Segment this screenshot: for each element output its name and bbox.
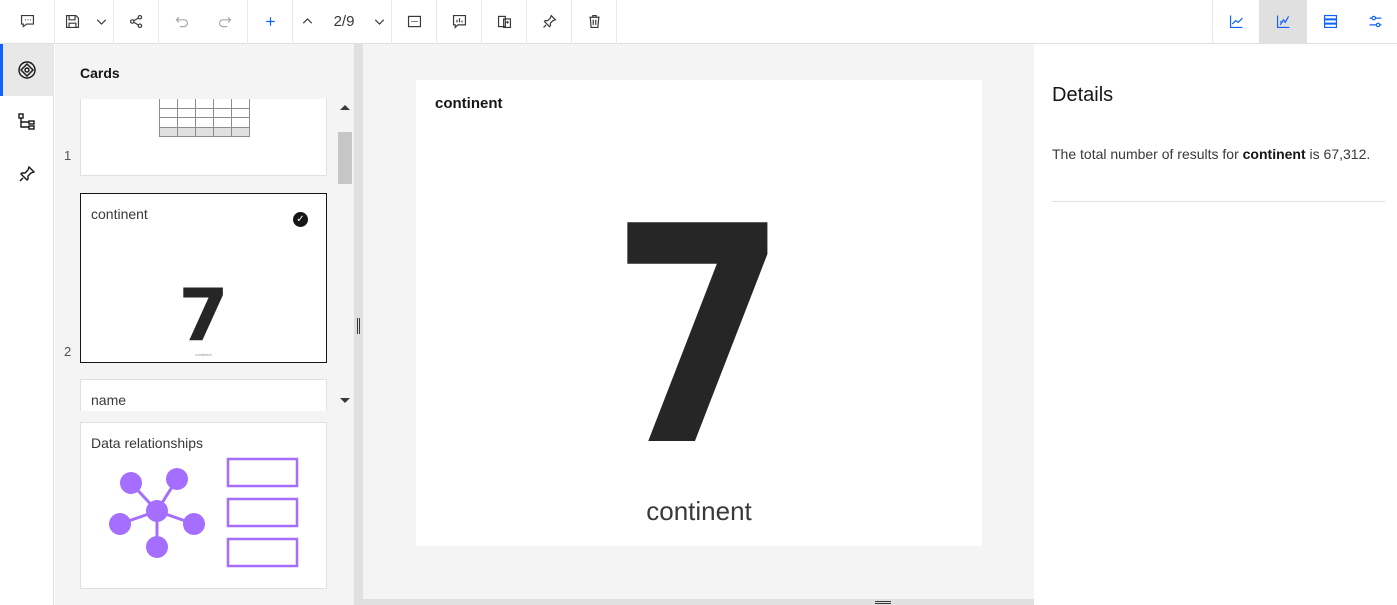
explore-card-icon[interactable] [482, 0, 526, 44]
save-menu-chevron-icon[interactable] [89, 0, 113, 44]
details-text-mid: is [1305, 146, 1324, 162]
redo-icon[interactable] [203, 0, 247, 44]
kpi-value: 7 [610, 163, 788, 512]
kpi-caption: continent [646, 496, 752, 526]
data-relationships-card[interactable]: Data relationships [80, 422, 327, 589]
card-kpi-caption: continent [195, 352, 212, 357]
details-panel: Details The total number of results for … [1034, 44, 1397, 605]
toolbar: 2/9 [0, 0, 1397, 44]
details-description: The total number of results for continen… [1052, 145, 1372, 164]
rail-item-pins[interactable] [0, 148, 54, 200]
kpi-card-icon[interactable] [392, 0, 436, 44]
details-divider [1052, 201, 1385, 202]
delete-icon[interactable] [572, 0, 616, 44]
undo-icon[interactable] [159, 0, 203, 44]
insights-icon[interactable] [1213, 0, 1259, 44]
hierarchy-icon [18, 113, 35, 130]
bottom-drag-handle-icon[interactable] [875, 601, 891, 604]
card-number: 2 [64, 344, 72, 359]
cards-panel: Cards 1 continent ✓ 7 continent 2 name D… [55, 44, 354, 605]
save-icon[interactable] [55, 0, 89, 44]
previous-card-icon[interactable] [293, 0, 321, 44]
details-text-suffix: . [1366, 146, 1371, 162]
scroll-thumb[interactable] [338, 132, 352, 184]
settings-sliders-icon[interactable] [1353, 0, 1397, 44]
relationship-graph-icon [109, 457, 299, 568]
card-label: name [91, 392, 127, 408]
checkmark-icon: ✓ [293, 212, 308, 227]
left-rail [0, 44, 54, 605]
share-icon[interactable] [114, 0, 158, 44]
card-thumbnail-1[interactable] [80, 99, 327, 176]
card-canvas: continent 7 continent [363, 44, 1034, 599]
card-number: 1 [64, 148, 72, 163]
table-thumbnail-icon [159, 99, 250, 137]
drag-handle-icon[interactable] [357, 318, 360, 334]
add-icon[interactable] [248, 0, 292, 44]
toolbar-divider [616, 0, 617, 44]
kpi-card-title: continent [435, 95, 503, 112]
scroll-up-arrow-icon[interactable] [340, 105, 350, 110]
kpi-card[interactable]: continent 7 continent [416, 80, 982, 546]
rail-item-cards[interactable] [0, 44, 54, 96]
pin-icon[interactable] [527, 0, 571, 44]
cards-compass-icon [18, 61, 36, 79]
next-card-icon[interactable] [367, 0, 391, 44]
card-thumbnail-3[interactable]: name [80, 379, 327, 411]
page-indicator: 2/9 [333, 13, 355, 30]
pin-rail-icon [19, 165, 36, 182]
rail-item-hierarchy[interactable] [0, 96, 54, 148]
comment-icon[interactable] [0, 0, 54, 44]
fields-panel-icon[interactable] [1307, 0, 1353, 44]
details-title: Details [1052, 84, 1114, 106]
card-kpi-value: 7 [178, 273, 229, 357]
chart-card-icon[interactable] [437, 0, 481, 44]
card-thumbnail-2[interactable]: continent ✓ 7 continent [80, 193, 327, 363]
panel-splitter[interactable] [354, 44, 363, 605]
cards-panel-title: Cards [80, 65, 120, 81]
cards-list: 1 continent ✓ 7 continent 2 name [55, 99, 354, 411]
details-count: 67,312 [1323, 146, 1367, 162]
details-panel-icon[interactable] [1259, 0, 1307, 44]
details-text-prefix: The total number of results for [1052, 146, 1243, 162]
scroll-down-arrow-icon[interactable] [340, 398, 350, 403]
details-field-name: continent [1242, 146, 1306, 162]
card-label: continent [91, 206, 148, 222]
bottom-splitter[interactable] [363, 599, 1034, 605]
cards-scrollbar[interactable] [337, 99, 353, 411]
